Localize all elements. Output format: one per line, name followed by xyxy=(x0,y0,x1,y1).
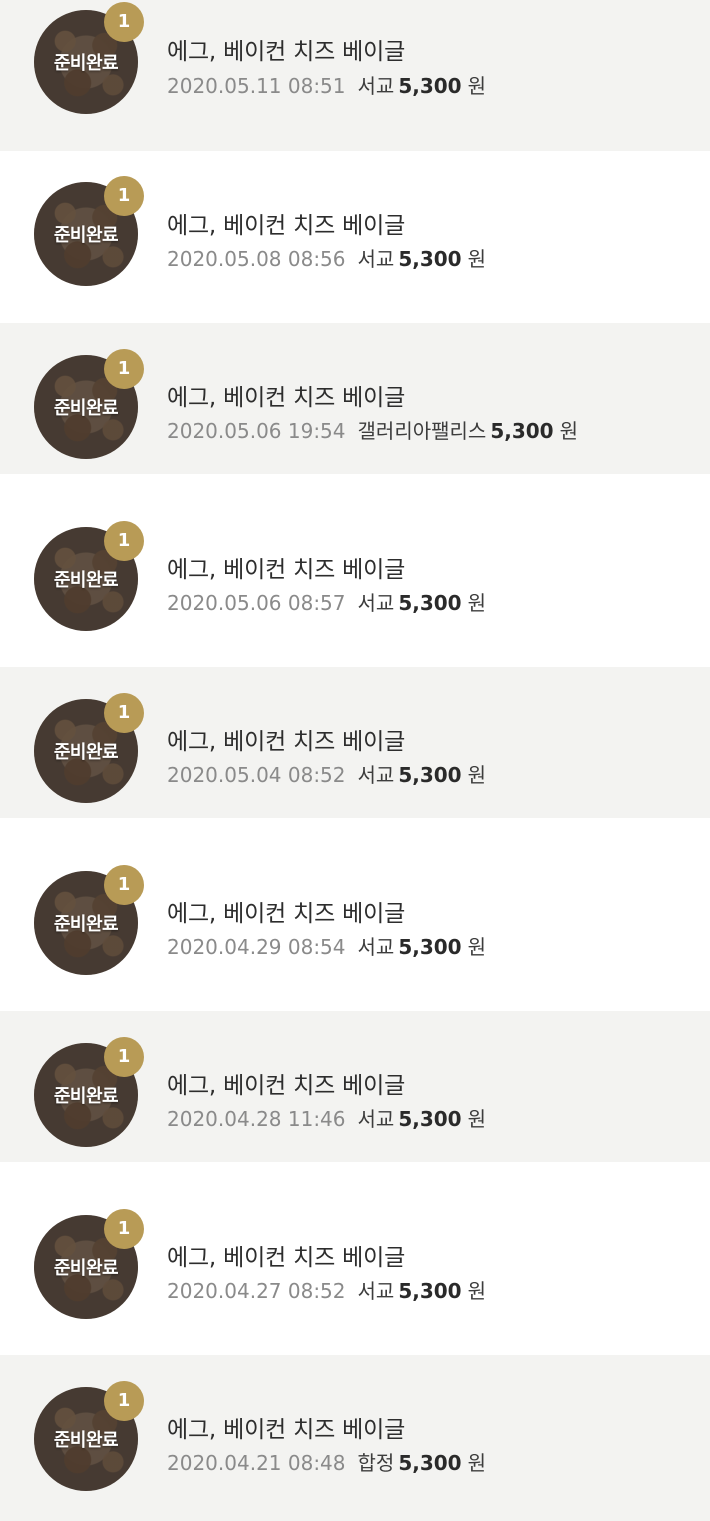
store-name: 합정 xyxy=(357,1451,395,1475)
order-status-label: 준비완료 xyxy=(53,1258,119,1279)
order-row[interactable]: 준비완료 1 에그, 베이컨 치즈 베이글 2020.04.27 08:52 서교… xyxy=(0,1183,710,1334)
order-meta: 2020.05.11 08:51 서교 5,300 원 xyxy=(167,70,486,99)
store-name: 서교 xyxy=(357,247,395,271)
order-price: 5,300 xyxy=(398,591,462,615)
item-name: 에그, 베이컨 치즈 베이글 xyxy=(167,1073,406,1099)
order-status-label: 준비완료 xyxy=(53,742,119,763)
order-status-label: 준비완료 xyxy=(53,570,119,591)
order-datetime: 2020.04.27 08:52 xyxy=(167,1279,346,1303)
item-name: 에그, 베이컨 치즈 베이글 xyxy=(167,1417,406,1443)
order-status-label: 준비완료 xyxy=(53,1430,119,1451)
currency-unit: 원 xyxy=(467,935,486,959)
order-row[interactable]: 준비완료 1 에그, 베이컨 치즈 베이글 2020.05.08 08:56 서교… xyxy=(0,151,710,302)
store-name: 갤러리아팰리스 xyxy=(357,419,487,443)
order-row[interactable]: 준비완료 1 에그, 베이컨 치즈 베이글 2020.05.11 08:51 서교… xyxy=(0,0,710,151)
order-status-label: 준비완료 xyxy=(53,225,119,246)
order-meta: 2020.05.06 08:57 서교 5,300 원 xyxy=(167,587,486,616)
order-price: 5,300 xyxy=(398,1279,462,1303)
currency-unit: 원 xyxy=(467,1279,486,1303)
quantity-badge: 1 xyxy=(104,693,144,733)
order-meta: 2020.05.08 08:56 서교 5,300 원 xyxy=(167,243,486,272)
order-row[interactable]: 준비완료 1 에그, 베이컨 치즈 베이글 2020.04.21 08:48 합정… xyxy=(0,1355,710,1521)
currency-unit: 원 xyxy=(467,591,486,615)
order-meta: 2020.04.29 08:54 서교 5,300 원 xyxy=(167,931,486,960)
order-row[interactable]: 준비완료 1 에그, 베이컨 치즈 베이글 2020.04.28 11:46 서교… xyxy=(0,1011,710,1162)
order-datetime: 2020.05.06 19:54 xyxy=(167,419,346,443)
quantity-badge: 1 xyxy=(104,865,144,905)
store-name: 서교 xyxy=(357,935,395,959)
item-name: 에그, 베이컨 치즈 베이글 xyxy=(167,39,406,65)
currency-unit: 원 xyxy=(467,1107,486,1131)
order-datetime: 2020.05.04 08:52 xyxy=(167,763,346,787)
quantity-badge: 1 xyxy=(104,1037,144,1077)
store-name: 서교 xyxy=(357,763,395,787)
order-datetime: 2020.05.06 08:57 xyxy=(167,591,346,615)
quantity-badge: 1 xyxy=(104,349,144,389)
quantity-badge: 1 xyxy=(104,1381,144,1421)
quantity-badge: 1 xyxy=(104,2,144,42)
store-name: 서교 xyxy=(357,591,395,615)
order-row[interactable]: 준비완료 1 에그, 베이컨 치즈 베이글 2020.05.06 19:54 갤러… xyxy=(0,323,710,474)
item-name: 에그, 베이컨 치즈 베이글 xyxy=(167,213,406,239)
currency-unit: 원 xyxy=(467,763,486,787)
order-meta: 2020.04.28 11:46 서교 5,300 원 xyxy=(167,1103,486,1132)
item-name: 에그, 베이컨 치즈 베이글 xyxy=(167,901,406,927)
quantity-badge: 1 xyxy=(104,521,144,561)
order-price: 5,300 xyxy=(398,763,462,787)
order-status-label: 준비완료 xyxy=(53,53,119,74)
item-name: 에그, 베이컨 치즈 베이글 xyxy=(167,1245,406,1271)
store-name: 서교 xyxy=(357,74,395,98)
order-history-list: 준비완료 1 에그, 베이컨 치즈 베이글 2020.05.11 08:51 서교… xyxy=(0,0,710,1521)
order-meta: 2020.04.27 08:52 서교 5,300 원 xyxy=(167,1275,486,1304)
currency-unit: 원 xyxy=(467,247,486,271)
quantity-badge: 1 xyxy=(104,176,144,216)
order-price: 5,300 xyxy=(398,74,462,98)
order-meta: 2020.05.06 19:54 갤러리아팰리스 5,300 원 xyxy=(167,415,578,444)
order-meta: 2020.04.21 08:48 합정 5,300 원 xyxy=(167,1447,486,1476)
store-name: 서교 xyxy=(357,1279,395,1303)
order-price: 5,300 xyxy=(398,1451,462,1475)
order-meta: 2020.05.04 08:52 서교 5,300 원 xyxy=(167,759,486,788)
order-status-label: 준비완료 xyxy=(53,398,119,419)
order-row[interactable]: 준비완료 1 에그, 베이컨 치즈 베이글 2020.05.06 08:57 서교… xyxy=(0,495,710,646)
order-price: 5,300 xyxy=(398,935,462,959)
order-datetime: 2020.04.21 08:48 xyxy=(167,1451,346,1475)
order-price: 5,300 xyxy=(398,1107,462,1131)
order-price: 5,300 xyxy=(398,247,462,271)
currency-unit: 원 xyxy=(467,1451,486,1475)
order-datetime: 2020.04.28 11:46 xyxy=(167,1107,346,1131)
item-name: 에그, 베이컨 치즈 베이글 xyxy=(167,729,406,755)
order-row[interactable]: 준비완료 1 에그, 베이컨 치즈 베이글 2020.05.04 08:52 서교… xyxy=(0,667,710,818)
store-name: 서교 xyxy=(357,1107,395,1131)
item-name: 에그, 베이컨 치즈 베이글 xyxy=(167,385,406,411)
order-datetime: 2020.05.08 08:56 xyxy=(167,247,346,271)
order-status-label: 준비완료 xyxy=(53,1086,119,1107)
order-datetime: 2020.05.11 08:51 xyxy=(167,74,346,98)
item-name: 에그, 베이컨 치즈 베이글 xyxy=(167,557,406,583)
quantity-badge: 1 xyxy=(104,1209,144,1249)
order-datetime: 2020.04.29 08:54 xyxy=(167,935,346,959)
order-price: 5,300 xyxy=(490,419,554,443)
order-status-label: 준비완료 xyxy=(53,914,119,935)
order-row[interactable]: 준비완료 1 에그, 베이컨 치즈 베이글 2020.04.29 08:54 서교… xyxy=(0,839,710,990)
currency-unit: 원 xyxy=(559,419,578,443)
currency-unit: 원 xyxy=(467,74,486,98)
